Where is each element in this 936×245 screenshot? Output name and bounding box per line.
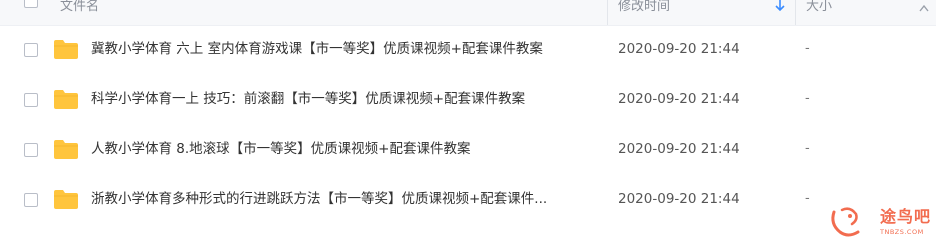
watermark-subtext: TNBZS.COM [880, 228, 924, 236]
file-row[interactable]: 科学小学体育一上 技巧：前滚翻【市一等奖】优质课视频+配套课件教案 2020-0… [0, 75, 936, 125]
file-modified-time: 2020-09-20 21:44 [618, 141, 740, 157]
file-row[interactable]: 冀教小学体育 六上 室内体育游戏课【市一等奖】优质课视频+配套课件教案 2020… [0, 25, 936, 75]
folder-icon [54, 190, 78, 209]
folder-icon [54, 90, 78, 109]
file-name[interactable]: 浙教小学体育多种形式的行进跳跃方法【市一等奖】优质课视频+配套课件... [91, 190, 547, 208]
column-header-size[interactable]: 大小 [806, 0, 832, 25]
row-checkbox[interactable] [24, 193, 38, 207]
column-separator[interactable] [795, 0, 796, 25]
select-all-checkbox[interactable] [24, 0, 38, 8]
file-size: - [805, 91, 810, 106]
watermark-text: 途鸟吧 [880, 207, 932, 226]
file-modified-time: 2020-09-20 21:44 [618, 91, 740, 107]
file-name[interactable]: 科学小学体育一上 技巧：前滚翻【市一等奖】优质课视频+配套课件教案 [91, 90, 525, 108]
file-row[interactable]: 人教小学体育 8.地滚球【市一等奖】优质课视频+配套课件教案 2020-09-2… [0, 125, 936, 175]
file-list-header: 文件名 修改时间 大小 [0, 0, 936, 26]
file-row[interactable]: 浙教小学体育多种形式的行进跳跃方法【市一等奖】优质课视频+配套课件... 202… [0, 175, 936, 225]
file-size: - [805, 41, 810, 56]
column-header-name[interactable]: 文件名 [60, 0, 99, 25]
file-modified-time: 2020-09-20 21:44 [618, 41, 740, 57]
sort-descending-icon[interactable] [772, 0, 788, 14]
folder-icon [54, 40, 78, 59]
column-separator[interactable] [607, 0, 608, 25]
file-size: - [805, 141, 810, 156]
file-name[interactable]: 人教小学体育 8.地滚球【市一等奖】优质课视频+配套课件教案 [91, 140, 470, 158]
row-checkbox[interactable] [24, 43, 38, 57]
scroll-up-icon[interactable] [916, 0, 932, 16]
folder-icon [54, 140, 78, 159]
file-name[interactable]: 冀教小学体育 六上 室内体育游戏课【市一等奖】优质课视频+配套课件教案 [91, 40, 543, 58]
row-checkbox[interactable] [24, 143, 38, 157]
file-size: - [805, 191, 810, 206]
row-checkbox[interactable] [24, 93, 38, 107]
column-header-modified[interactable]: 修改时间 [618, 0, 670, 25]
file-modified-time: 2020-09-20 21:44 [618, 191, 740, 207]
